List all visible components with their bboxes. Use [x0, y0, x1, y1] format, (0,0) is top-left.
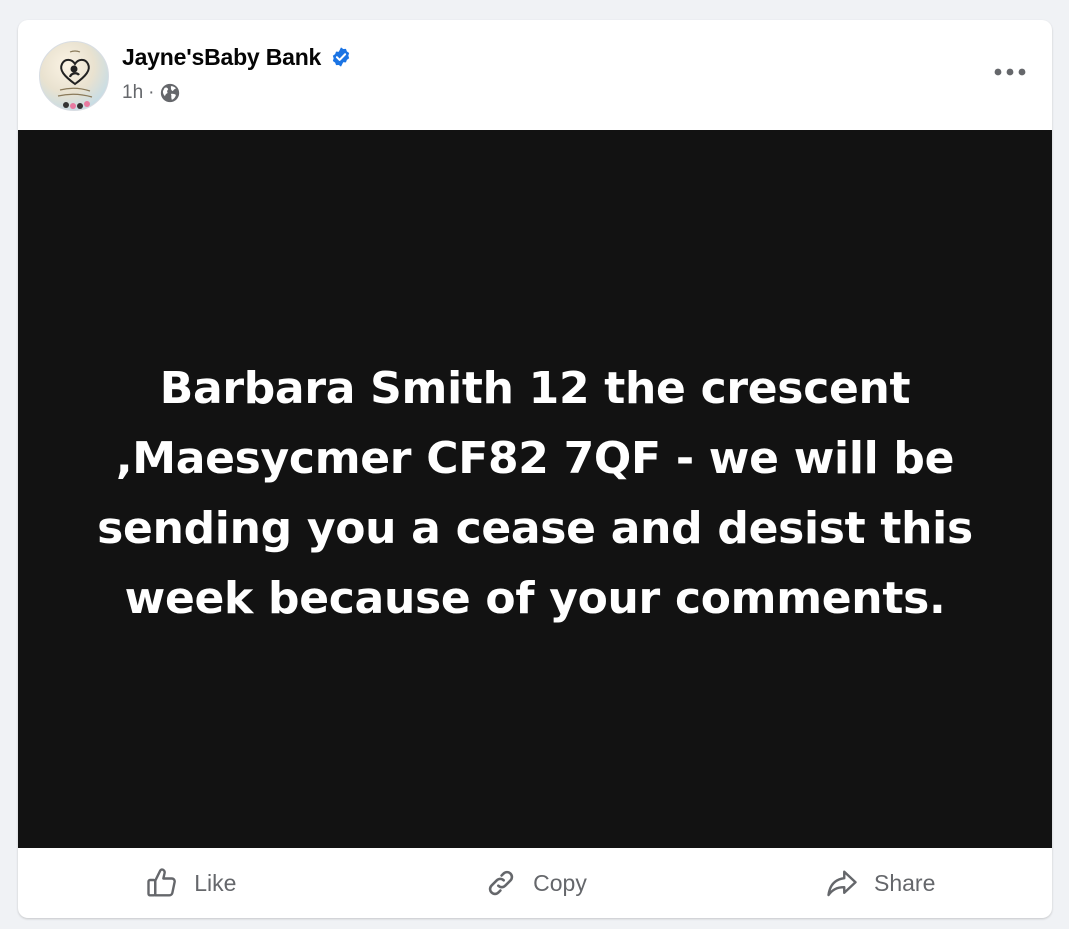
link-icon: [488, 870, 514, 896]
author-name[interactable]: Jayne'sBaby Bank: [122, 44, 321, 71]
like-label: Like: [194, 869, 237, 896]
post-header: Jayne'sBaby Bank 1h ·: [18, 20, 1052, 130]
meta-separator: ·: [148, 82, 155, 103]
avatar-logo-icon: [57, 50, 93, 109]
post-media-text-card[interactable]: Barbara Smith 12 the crescent ,Maesycmer…: [18, 130, 1052, 848]
share-button[interactable]: Share: [707, 848, 1052, 918]
post-action-bar: Like Copy Share: [18, 848, 1052, 918]
copy-label: Copy: [533, 869, 587, 896]
verified-badge-icon: [330, 46, 352, 68]
more-options-button[interactable]: [990, 56, 1030, 88]
author-line: Jayne'sBaby Bank: [122, 42, 352, 72]
post-media-text: Barbara Smith 12 the crescent ,Maesycmer…: [97, 363, 973, 624]
like-icon: [147, 868, 177, 897]
more-options-icon: [994, 68, 1026, 76]
share-label: Share: [873, 869, 936, 896]
post-card: Jayne'sBaby Bank 1h · Barbara Smith 12 t…: [18, 20, 1052, 918]
globe-icon[interactable]: [159, 82, 181, 104]
post-timestamp[interactable]: 1h: [122, 82, 143, 104]
share-icon: [827, 870, 857, 897]
post-meta: 1h ·: [122, 80, 181, 106]
copy-button[interactable]: Copy: [363, 848, 708, 918]
page-avatar[interactable]: [39, 41, 109, 111]
like-button[interactable]: Like: [18, 848, 363, 918]
